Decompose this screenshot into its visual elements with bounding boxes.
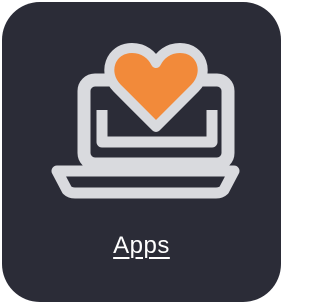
- laptop-heart-icon: [51, 43, 240, 199]
- laptop-base: [51, 165, 240, 199]
- apps-tile[interactable]: Apps: [2, 2, 281, 302]
- heart-shape: [104, 43, 208, 132]
- apps-label[interactable]: Apps: [2, 232, 281, 260]
